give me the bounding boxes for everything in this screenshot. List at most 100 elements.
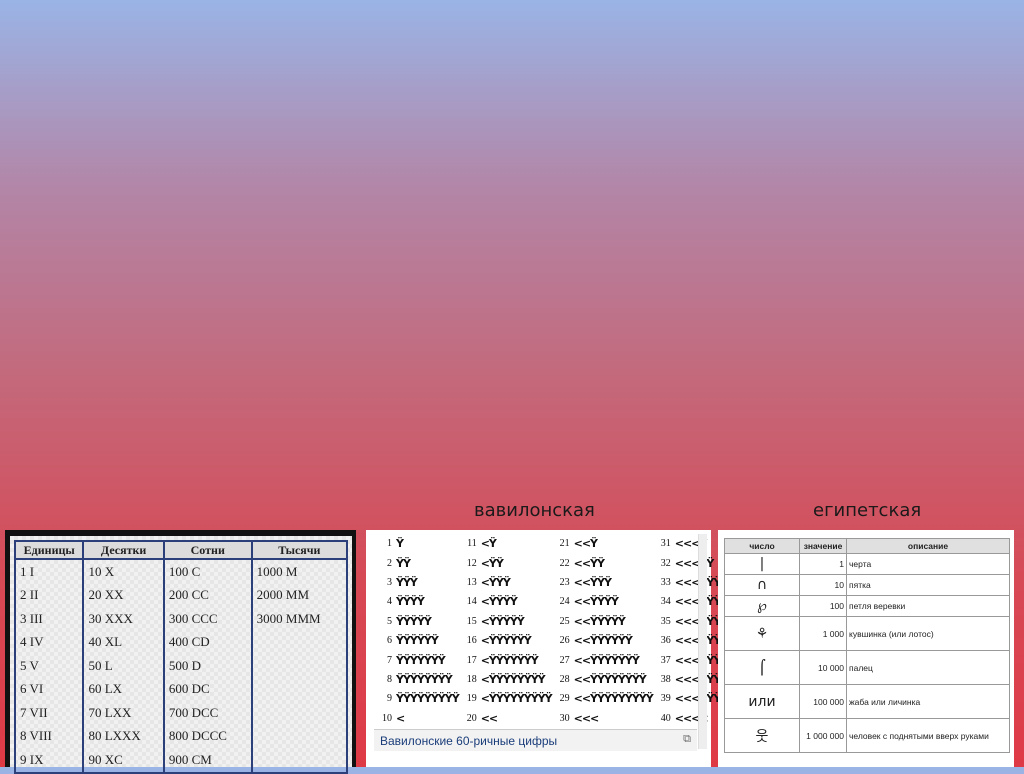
description-cell: кувшинка (или лотос) <box>846 616 1010 651</box>
cuneiform-glyph-icon: <ŸŸŸ <box>480 575 511 589</box>
cuneiform-glyph-icon: <ŸŸŸŸŸŸŸŸ <box>480 672 546 686</box>
cuneiform-glyph-icon: <<<ŸŸ <box>674 556 715 570</box>
table-row: 6 VI 60 LX 600 DC <box>13 677 349 701</box>
numeral-cell: 1Ÿ <box>374 534 459 553</box>
numeral-cell: 28 <<ŸŸŸŸŸŸŸŸ <box>552 670 653 689</box>
table-cell: 3000 MMM <box>250 607 349 631</box>
table-cell: 300 CCC <box>162 607 253 631</box>
numeral-number: 34 <box>660 596 671 608</box>
numeral-number: 18 <box>466 673 477 685</box>
numeral-cell: 15 <ŸŸŸŸŸ <box>459 612 552 631</box>
babylonian-caption: вавилонская <box>474 500 595 521</box>
table-cell: 500 D <box>162 654 253 678</box>
table-row: ⚘ 1 000 кувшинка (или лотос) <box>724 616 1010 651</box>
hieroglyph-icon: ⚘ <box>724 616 800 651</box>
table-cell: 800 DCCC <box>162 724 253 748</box>
expand-icon[interactable]: ⧉ <box>683 733 691 746</box>
description-cell: жаба или личинка <box>846 684 1010 719</box>
numeral-number: 38 <box>660 673 671 685</box>
table-cell <box>250 724 349 748</box>
numeral-number: 27 <box>559 654 570 666</box>
header-value: значение <box>799 538 847 554</box>
numeral-number: 15 <box>466 615 477 627</box>
hieroglyph-icon: ⌠ <box>724 650 800 685</box>
numeral-cell: 9 ŸŸŸŸŸŸŸŸŸ <box>374 689 460 708</box>
table-row: ∩ 10 пятка <box>724 574 1010 596</box>
table-row: 1 I 10 X 100 C 1000 M <box>13 559 349 584</box>
numeral-cell: 16 <ŸŸŸŸŸŸ <box>459 631 552 650</box>
numeral-number: 19 <box>466 693 477 705</box>
hieroglyph-icon: ∩ <box>724 574 800 596</box>
cuneiform-glyph-icon: ŸŸŸŸŸŸŸ <box>396 653 446 667</box>
cuneiform-glyph-icon: ŸŸŸŸŸŸŸŸ <box>396 672 453 686</box>
cuneiform-glyph-icon: <ŸŸŸŸŸŸŸ <box>480 653 539 667</box>
egyptian-caption: египетская <box>813 500 922 521</box>
table-cell: 4 IV <box>13 630 85 654</box>
value-cell: 1 000 000 <box>799 718 847 753</box>
numeral-number: 37 <box>660 654 671 666</box>
value-cell: 1 000 <box>799 616 847 651</box>
numeral-cell: 17 <ŸŸŸŸŸŸŸ <box>459 650 552 669</box>
numeral-number: 1 <box>387 538 392 550</box>
numeral-cell: 7 ŸŸŸŸŸŸŸ <box>374 650 459 669</box>
table-cell: 1000 M <box>250 559 349 584</box>
header-hundreds: Сотни <box>162 540 253 560</box>
table-row: или 100 000 жаба или личинка <box>724 684 1010 719</box>
table-cell: 8 VIII <box>13 724 85 748</box>
table-cell: 6 VI <box>13 677 85 701</box>
numeral-number: 7 <box>387 654 392 666</box>
cuneiform-glyph-icon: <<ŸŸ <box>573 556 605 570</box>
hieroglyph-icon: или <box>724 684 800 719</box>
roman-numerals-image: Единицы Десятки Сотни Тысячи 1 I 10 X 100 … <box>5 530 356 774</box>
numeral-number: 32 <box>660 557 671 569</box>
table-cell: 90 XC <box>82 748 165 774</box>
numeral-number: 23 <box>559 576 570 588</box>
table-cell: 400 CD <box>162 630 253 654</box>
hieroglyph-icon: ℘ <box>724 595 800 617</box>
value-cell: 100 000 <box>799 684 847 719</box>
numeral-number: 35 <box>660 615 671 627</box>
table-cell <box>250 701 349 725</box>
header-thousands: Тысячи <box>250 540 349 560</box>
numeral-number: 20 <box>466 712 477 724</box>
numeral-number: 3 <box>387 576 392 588</box>
table-row: ⌠ 10 000 палец <box>724 650 1010 685</box>
cuneiform-glyph-icon: < <box>396 711 405 725</box>
numeral-cell: 10 < <box>374 709 459 728</box>
scrollbar[interactable] <box>698 534 707 749</box>
numeral-number: 4 <box>387 596 392 608</box>
cuneiform-glyph-icon: <<Ÿ <box>573 537 598 551</box>
cuneiform-glyph-icon: <<ŸŸŸŸŸŸŸŸ <box>573 672 647 686</box>
numeral-number: 5 <box>387 615 392 627</box>
babylonian-numerals-grid: 1Ÿ11<Ÿ21<<Ÿ31<<<Ÿ41<<<<Ÿ51<<<<<Ÿ2ŸŸ12<ŸŸ… <box>374 534 1006 728</box>
cuneiform-glyph-icon: ŸŸŸ <box>396 575 418 589</box>
table-row: | 1 черта <box>724 553 1010 575</box>
numeral-cell: 20 << <box>459 709 552 728</box>
numeral-number: 29 <box>559 693 570 705</box>
numeral-cell: 26 <<ŸŸŸŸŸŸ <box>552 631 653 650</box>
cuneiform-glyph-icon: <<< <box>573 711 600 725</box>
table-cell <box>250 677 349 701</box>
numeral-number: 2 <box>387 557 392 569</box>
table-cell: 5 V <box>13 654 85 678</box>
table-row: 3 III 30 XXX 300 CCC 3000 MMM <box>13 607 349 631</box>
numeral-number: 30 <box>559 712 570 724</box>
cuneiform-glyph-icon: <ŸŸŸŸŸŸ <box>480 634 532 648</box>
table-cell: 3 III <box>13 607 85 631</box>
hieroglyph-icon: | <box>724 553 800 575</box>
table-row: 9 IX 90 XC 900 CM <box>13 748 349 774</box>
babylonian-caption-text: Вавилонские 60-ричные цифры <box>380 734 558 748</box>
numeral-cell: 4 ŸŸŸŸ <box>374 592 459 611</box>
numeral-number: 40 <box>660 712 671 724</box>
cuneiform-glyph-icon: Ÿ <box>396 537 404 551</box>
table-row: 8 VIII 80 LXXX 800 DCCC <box>13 724 349 748</box>
numeral-number: 11 <box>467 538 477 550</box>
table-row: 2 II 20 XX 200 CC 2000 MM <box>13 583 349 607</box>
table-cell: 2 II <box>13 583 85 607</box>
description-cell: петля веревки <box>846 595 1010 617</box>
cuneiform-glyph-icon: <<ŸŸŸŸŸŸŸ <box>573 653 640 667</box>
cuneiform-glyph-icon: ŸŸŸŸŸ <box>396 614 432 628</box>
numeral-number: 36 <box>660 635 671 647</box>
table-row: 4 IV 40 XL 400 CD <box>13 630 349 654</box>
table-row: 5 V 50 L 500 D <box>13 654 349 678</box>
